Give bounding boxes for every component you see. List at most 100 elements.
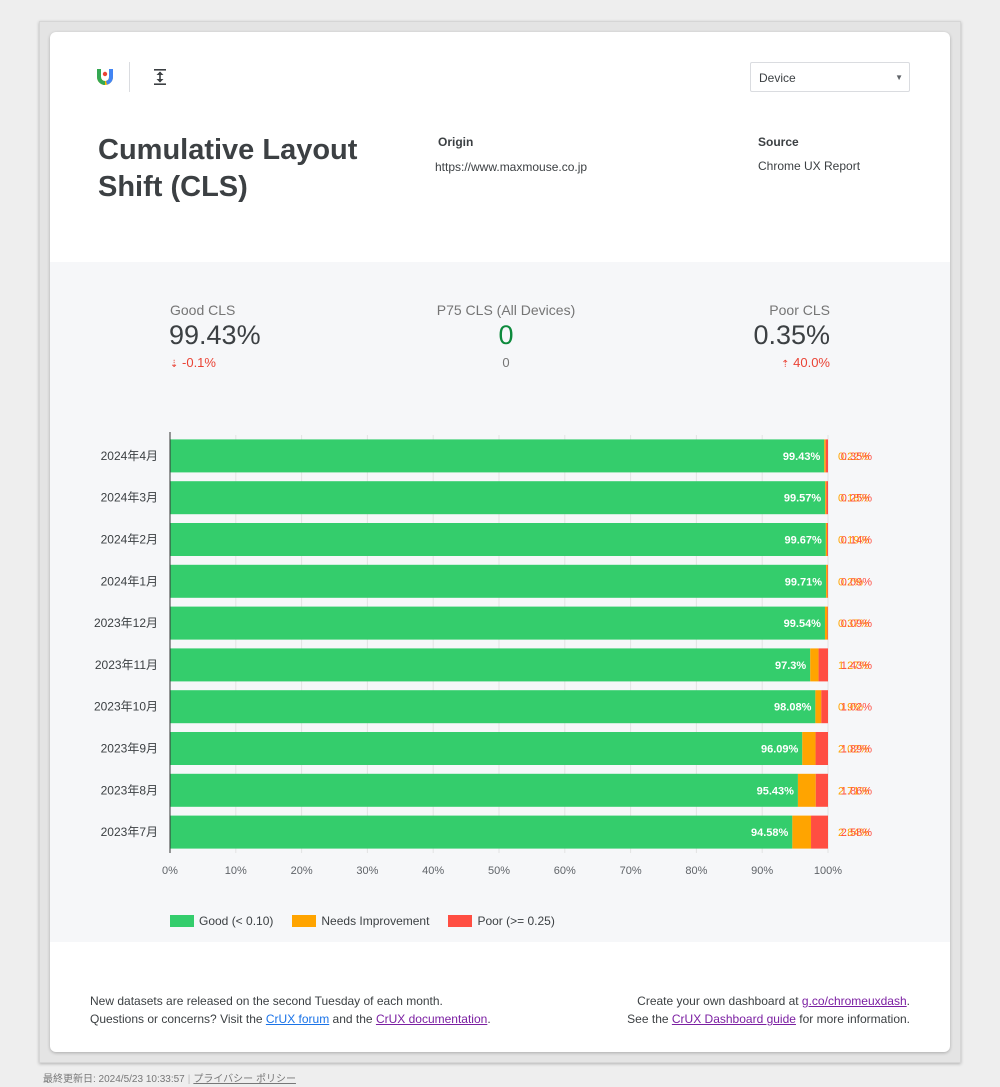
bar-segment-poor	[818, 648, 828, 682]
x-tick-label: 20%	[291, 865, 313, 877]
legend-label-good: Good (< 0.10)	[199, 914, 274, 928]
privacy-policy-link[interactable]: プライバシー ポリシー	[193, 1074, 296, 1085]
category-label: 2024年2月	[101, 533, 158, 547]
x-tick-label: 50%	[488, 865, 510, 877]
x-tick-label: 100%	[814, 865, 842, 877]
bottom-separator: |	[187, 1074, 191, 1085]
data-label-poor: 1.02%	[841, 702, 872, 714]
last-updated-text: 最終更新日: 2024/5/23 10:33:57	[43, 1074, 185, 1085]
x-tick-label: 80%	[685, 865, 707, 877]
bar-segment-poor	[827, 606, 829, 640]
data-label-good: 99.57%	[784, 493, 822, 505]
data-label-poor: 1.89%	[841, 744, 872, 756]
header-divider	[129, 62, 130, 92]
category-label: 2023年9月	[101, 742, 158, 756]
bar-segment-ni	[825, 481, 827, 515]
data-label-good: 99.43%	[783, 451, 821, 463]
bar-segment-good	[170, 481, 826, 515]
bar-segment-ni	[824, 606, 828, 640]
data-label-poor: 0.35%	[841, 451, 872, 463]
chromeuxdash-link[interactable]: g.co/chromeuxdash	[802, 994, 907, 1008]
footer-guide: See the CrUX Dashboard guide for more in…	[627, 1010, 910, 1028]
last-updated-bar: 最終更新日: 2024/5/23 10:33:57 | プライバシー ポリシー	[43, 1070, 296, 1085]
legend-item-poor: Poor (>= 0.25)	[448, 914, 555, 928]
x-tick-label: 90%	[751, 865, 773, 877]
source-value: Chrome UX Report	[758, 159, 861, 173]
origin-label: Origin	[438, 135, 474, 149]
category-label: 2023年8月	[101, 783, 158, 797]
bar-segment-poor	[811, 815, 828, 849]
footer-create-dashboard: Create your own dashboard at g.co/chrome…	[627, 992, 910, 1010]
data-label-poor: 0.14%	[841, 535, 872, 547]
chart-legend: Good (< 0.10) Needs Improvement Poor (>=…	[170, 914, 574, 928]
footer-right: Create your own dashboard at g.co/chrome…	[627, 992, 910, 1028]
legend-label-needs-improvement: Needs Improvement	[321, 914, 430, 928]
metrics-panel: Good CLS 99.43% ⇣ -0.1% P75 CLS (All Dev…	[50, 262, 950, 942]
x-tick-label: 0%	[162, 865, 178, 877]
export-icon[interactable]	[150, 66, 170, 88]
category-label: 2023年10月	[94, 700, 158, 714]
bar-segment-poor	[826, 481, 828, 515]
bar-segment-poor	[827, 523, 828, 556]
data-label-good: 98.08%	[774, 702, 812, 714]
data-label-poor: 0.09%	[841, 618, 872, 630]
dashboard-guide-link[interactable]: CrUX Dashboard guide	[672, 1012, 796, 1026]
category-label: 2023年12月	[94, 616, 158, 630]
bar-segment-ni	[792, 815, 812, 849]
x-tick-label: 40%	[422, 865, 444, 877]
data-label-poor: 2.58%	[841, 827, 872, 839]
origin-value: https://www.maxmouse.co.jp	[435, 160, 588, 174]
footer-release-note: New datasets are released on the second …	[90, 994, 443, 1008]
bar-segment-poor	[821, 690, 828, 724]
category-label: 2023年7月	[101, 825, 158, 839]
legend-swatch-poor	[448, 915, 473, 927]
footer-guide-prefix: See the	[627, 1012, 672, 1026]
data-label-poor: 0.25%	[841, 493, 872, 505]
data-label-poor: 1.43%	[841, 660, 872, 672]
x-tick-label: 60%	[554, 865, 576, 877]
bar-segment-ni	[824, 439, 826, 473]
legend-label-poor: Poor (>= 0.25)	[477, 914, 555, 928]
bar-segment-good	[170, 648, 811, 682]
bar-segment-ni	[826, 564, 828, 598]
bar-segment-ni	[797, 773, 816, 807]
source-label: Source	[758, 135, 799, 149]
legend-item-good: Good (< 0.10)	[170, 914, 273, 928]
category-label: 2024年3月	[101, 491, 158, 505]
crux-documentation-link[interactable]: CrUX documentation	[376, 1012, 487, 1026]
cls-distribution-chart: 2024年4月 99.43% 0.22%0.35%2024年3月 99.57% 0.18…	[94, 432, 872, 877]
bar-segment-ni	[810, 648, 819, 682]
bar-segment-good	[170, 732, 803, 765]
device-select[interactable]: Device ▼	[750, 62, 910, 92]
bar-segment-poor	[827, 564, 829, 598]
category-label: 2024年1月	[101, 574, 158, 588]
crux-forum-link[interactable]: CrUX forum	[266, 1012, 329, 1026]
legend-swatch-needs-improvement	[292, 915, 317, 927]
footer-create-suffix: .	[906, 994, 910, 1008]
bar-segment-good	[170, 690, 816, 724]
bar-segment-good	[170, 439, 825, 473]
bar-segment-good	[170, 815, 793, 849]
x-tick-label: 70%	[620, 865, 642, 877]
page-title: Cumulative Layout Shift (CLS)	[98, 134, 358, 203]
data-label-poor: 0.09%	[841, 576, 872, 588]
footer-guide-suffix: for more information.	[795, 1012, 910, 1026]
dropdown-caret-icon: ▼	[895, 73, 903, 82]
crux-logo-icon	[97, 69, 114, 85]
category-label: 2024年4月	[101, 449, 158, 463]
bar-segment-ni	[815, 690, 822, 724]
bar-segment-ni	[825, 523, 828, 556]
category-label: 2023年11月	[95, 658, 158, 672]
x-tick-label: 30%	[356, 865, 378, 877]
bar-segment-poor	[825, 439, 828, 473]
footer-left: New datasets are released on the second …	[90, 992, 491, 1028]
bar-segment-good	[170, 523, 826, 556]
bar-segment-poor	[815, 732, 828, 765]
bar-segment-good	[170, 564, 827, 598]
report-card: Device ▼ Cumulative Layout Shift (CLS) O…	[50, 32, 950, 1052]
data-label-good: 99.54%	[784, 618, 822, 630]
footer-questions-mid: and the	[329, 1012, 376, 1026]
footer-create-prefix: Create your own dashboard at	[637, 994, 802, 1008]
legend-item-needs-improvement: Needs Improvement	[292, 914, 429, 928]
data-label-good: 96.09%	[761, 744, 799, 756]
